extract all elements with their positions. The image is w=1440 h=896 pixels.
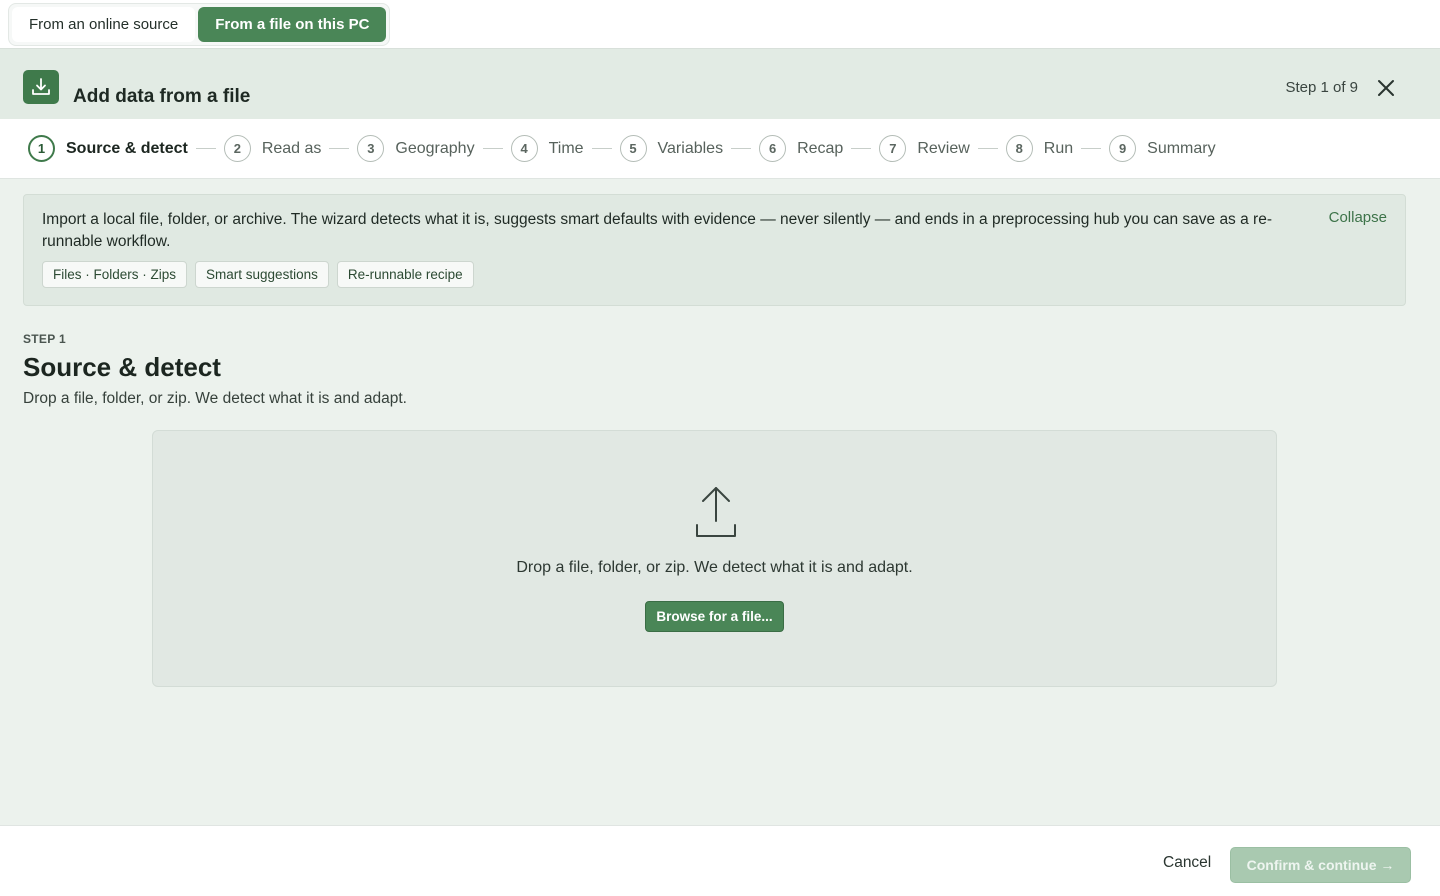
info-panel: Import a local file, folder, or archive.… [23,194,1406,306]
step-number: 4 [510,135,538,162]
step-number: 3 [357,135,385,162]
step-separator [851,148,872,149]
step-geography[interactable]: 3 Geography [357,135,475,162]
step-number: 1 [28,135,55,162]
step-number: 5 [619,135,647,162]
close-icon[interactable] [1376,78,1396,98]
step-read-as[interactable]: 2 Read as [223,135,322,162]
step-label: Recap [797,139,844,157]
step-number: 6 [759,135,787,162]
step-label: Geography [395,139,475,157]
step-separator [591,148,612,149]
source-tabs: From an online source From a file on thi… [8,3,391,46]
cancel-button[interactable]: Cancel [1163,854,1211,872]
step-source-detect[interactable]: 1 Source & detect [28,135,188,162]
step-number: 8 [1005,135,1033,162]
step-label: Run [1043,139,1074,157]
dropzone-text: Drop a file, folder, or zip. We detect w… [516,559,913,576]
step-summary[interactable]: 9 Summary [1109,135,1216,162]
wizard-stepper: 1 Source & detect 2 Read as 3 Geography … [0,119,1440,179]
browse-file-button[interactable]: Browse for a file... [645,601,784,632]
download-icon [23,70,59,104]
main-content: Import a local file, folder, or archive.… [0,179,1440,825]
step-time[interactable]: 4 Time [510,135,584,162]
step-variables[interactable]: 5 Variables [619,135,724,162]
step-separator [329,148,350,149]
page-title: Add data from a file [73,86,251,107]
step-counter: Step 1 of 9 [1285,79,1358,96]
step-separator [977,148,998,149]
step-review[interactable]: 7 Review [879,135,970,162]
step-recap[interactable]: 6 Recap [759,135,843,162]
step-heading: Source & detect [23,352,221,382]
feature-chip: Files · Folders · Zips [42,261,188,288]
step-separator [482,148,503,149]
feature-chip: Re-runnable recipe [336,261,474,288]
confirm-continue-button[interactable]: Confirm & continue → [1230,847,1411,883]
step-label: Source & detect [66,139,188,157]
step-eyebrow: STEP 1 [23,332,66,346]
collapse-link[interactable]: Collapse [1329,209,1387,226]
step-label: Time [548,139,584,157]
wizard-footer: Cancel Confirm & continue → [0,825,1440,896]
step-run[interactable]: 8 Run [1005,135,1074,162]
step-label: Summary [1147,139,1216,157]
step-number: 7 [879,135,907,162]
feature-chip: Smart suggestions [195,261,329,288]
step-separator [195,148,216,149]
file-dropzone[interactable]: Drop a file, folder, or zip. We detect w… [152,430,1277,687]
step-label: Read as [261,139,322,157]
step-number: 2 [223,135,251,162]
step-label: Variables [657,139,724,157]
step-number: 9 [1109,135,1137,162]
tab-online-source[interactable]: From an online source [12,7,196,42]
upload-icon [694,485,738,539]
feature-chips: Files · Folders · Zips Smart suggestions… [42,261,474,288]
info-text: Import a local file, folder, or archive.… [42,211,1272,250]
step-separator [731,148,752,149]
step-separator [1081,148,1102,149]
wizard-header: Add data from a file Step 1 of 9 [0,48,1440,119]
step-label: Review [917,139,970,157]
step-description: Drop a file, folder, or zip. We detect w… [23,390,407,407]
tab-file-on-pc[interactable]: From a file on this PC [198,7,387,42]
